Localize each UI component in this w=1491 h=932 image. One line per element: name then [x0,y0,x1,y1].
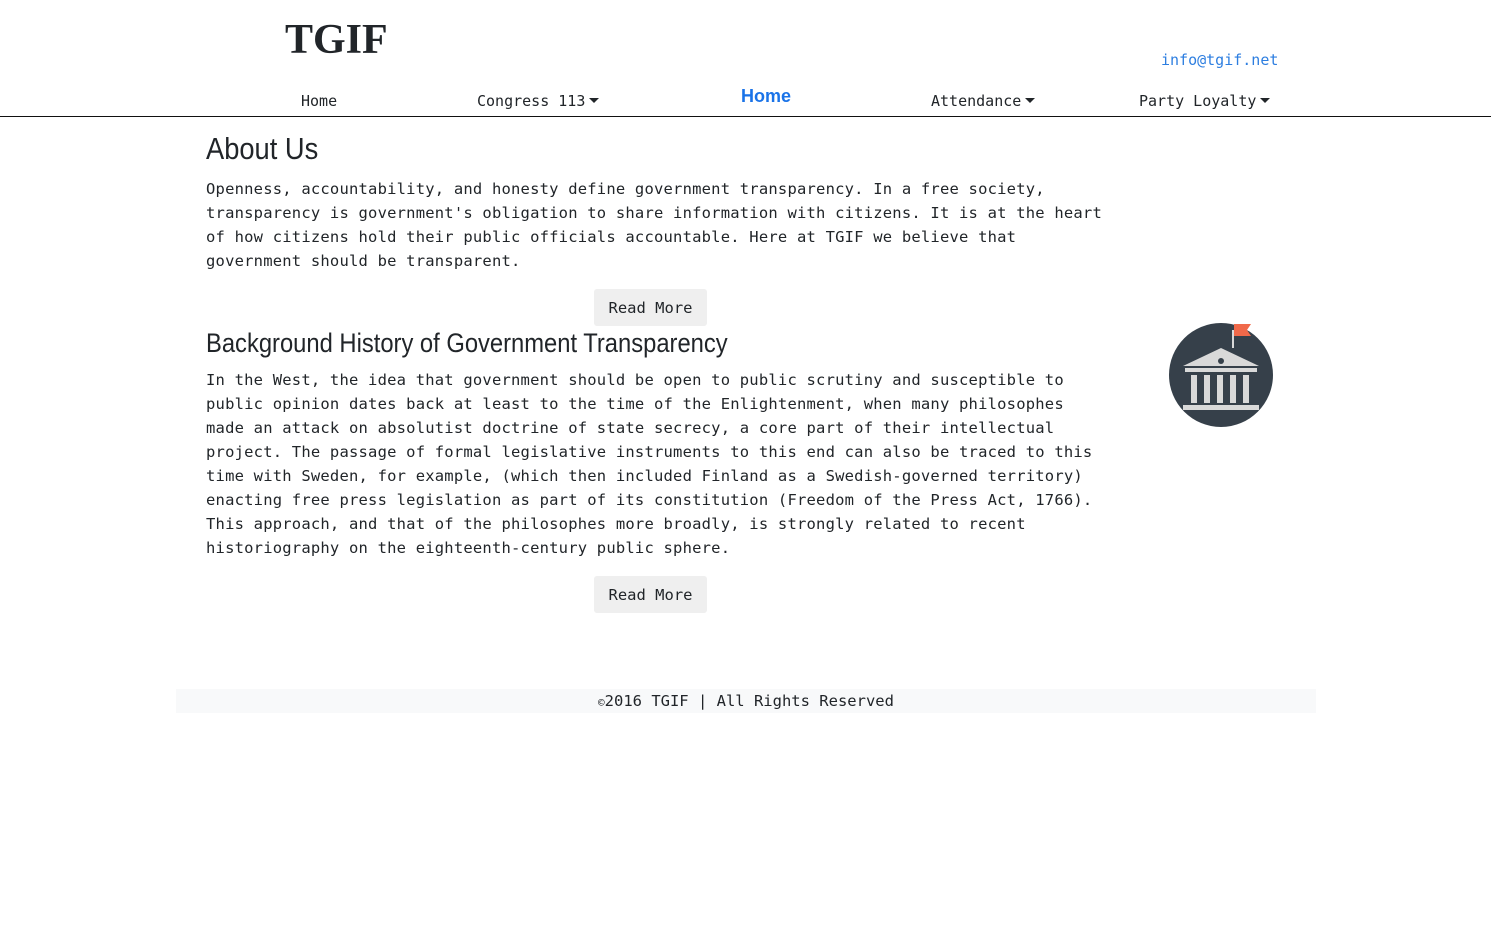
government-building-icon [1169,323,1273,427]
email-link[interactable]: info@tgif.net [1161,50,1278,70]
caret-down-icon [1025,98,1036,103]
nav-party-loyalty-dropdown[interactable]: Party Loyalty [1139,92,1271,110]
footer-text: 2016 TGIF | All Rights Reserved [604,692,894,710]
copyright-symbol: © [598,696,605,709]
nav-home[interactable]: Home [301,92,337,110]
nav-home-active[interactable]: Home [741,87,791,105]
nav-home-active-label: Home [741,86,792,106]
nav-congress-dropdown[interactable]: Congress 113 [477,92,600,110]
caret-down-icon [1260,98,1271,103]
nav-congress-label: Congress 113 [477,92,586,110]
nav-party-loyalty-label: Party Loyalty [1139,92,1257,110]
history-paragraph: In the West, the idea that government sh… [206,371,1093,557]
nav-home-label: Home [301,92,338,110]
about-paragraph: Openness, accountability, and honesty de… [206,180,1102,270]
caret-down-icon [589,98,600,103]
history-read-more-button[interactable]: Read More [594,576,707,613]
main-navbar: Home Congress 113 Home Attendance Party … [0,84,1491,117]
history-heading: Background History of Government Transpa… [206,328,728,358]
nav-attendance-label: Attendance [931,92,1022,110]
about-heading: About Us [206,131,319,166]
nav-attendance-dropdown[interactable]: Attendance [931,92,1036,110]
site-title: TGIF [285,17,388,63]
page-footer: ©2016 TGIF | All Rights Reserved [176,689,1316,713]
about-read-more-button[interactable]: Read More [594,289,707,326]
